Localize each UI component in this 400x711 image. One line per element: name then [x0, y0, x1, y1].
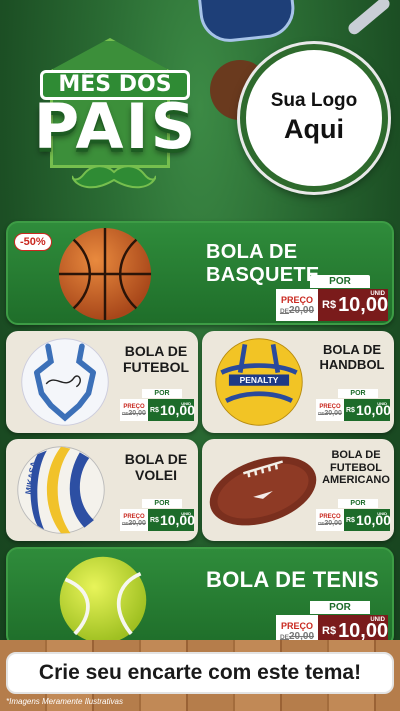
old-price-box: PREÇO DE20,00: [120, 509, 148, 531]
old-price: DE20,00: [279, 304, 315, 316]
por-label: POR: [142, 499, 182, 508]
new-price-box: R$ 10,00 UNID: [318, 289, 388, 321]
por-label: POR: [310, 601, 370, 614]
american-football-icon: [209, 456, 317, 526]
product-name: BOLA DE HANDBOL: [319, 342, 385, 372]
header: MÊS DOS PAIS Sua Logo Aqui: [0, 0, 400, 215]
new-price-box: R$ 10,00 UNID: [344, 509, 391, 531]
currency: R$: [322, 299, 337, 311]
por-label: POR: [338, 499, 378, 508]
mustache-icon: [72, 165, 156, 189]
product-card-basquete[interactable]: -50% BOLA DE BASQUETE POR PREÇO DE20,00 …: [6, 221, 394, 325]
price-tag: POR PREÇO DE20,00 R$ 10,00 UNID: [276, 275, 388, 321]
new-price-box: R$ 10,00 UNID: [344, 399, 391, 421]
product-card-volei[interactable]: MIKASA BOLA DE VOLEI POR PREÇO DE20,00 R…: [6, 439, 198, 541]
product-name: BOLA DE FUTEBOL AMERICANO: [322, 449, 390, 487]
tennis-ball-icon: [59, 556, 147, 644]
preco-label: PREÇO: [280, 294, 313, 305]
logo-placeholder[interactable]: Sua Logo Aqui: [240, 44, 388, 192]
flyer: MÊS DOS PAIS Sua Logo Aqui -50% BOLA DE …: [0, 0, 400, 711]
old-price-box: PREÇO DE20,00: [316, 399, 344, 421]
price-tag: POR PREÇO DE20,00 R$ 10,00 UNID: [120, 389, 195, 421]
product-name: BOLA DE VOLEI: [124, 451, 188, 484]
wrench-icon: [345, 0, 393, 37]
por-label: POR: [338, 389, 378, 398]
cta-banner[interactable]: Crie seu encarte com este tema!: [6, 652, 394, 694]
svg-text:PENALTY: PENALTY: [240, 375, 279, 385]
product-name: BOLA DE TENIS: [206, 567, 379, 592]
por-label: POR: [142, 389, 182, 398]
unit-label: UNID: [370, 291, 385, 297]
volleyball-icon: MIKASA: [17, 446, 105, 534]
discount-badge: -50%: [14, 233, 52, 251]
product-name: BOLA DE FUTEBOL: [122, 343, 190, 376]
old-price-box: PREÇO DE20,00: [316, 509, 344, 531]
price-tag: POR PREÇO DE20,00 R$ 10,00 UNID: [316, 389, 391, 421]
price-tag: POR PREÇO DE20,00 R$ 10,00 UNID: [316, 499, 391, 531]
new-price-box: R$ 10,00 UNID: [148, 509, 195, 531]
price-tag: POR PREÇO DE20,00 R$ 10,00 UNID: [120, 499, 195, 531]
por-label: POR: [310, 275, 370, 288]
old-price-box: PREÇO DE20,00: [276, 289, 318, 321]
soccer-ball-icon: [21, 338, 109, 426]
handball-icon: PENALTY: [215, 338, 303, 426]
logo-line1: Sua Logo: [270, 90, 358, 111]
disclaimer: *Imagens Meramente Ilustrativas: [6, 697, 123, 706]
tie-decoration: [197, 0, 298, 45]
product-card-futebol[interactable]: BOLA DE FUTEBOL POR PREÇO DE20,00 R$ 10,…: [6, 331, 198, 433]
new-price-box: R$ 10,00 UNID: [148, 399, 195, 421]
title-main: PAIS: [33, 90, 198, 163]
product-card-handbol[interactable]: PENALTY BOLA DE HANDBOL POR PREÇO DE20,0…: [202, 331, 394, 433]
product-card-tenis[interactable]: BOLA DE TENIS POR PREÇO DE20,00 R$ 10,00…: [6, 547, 394, 647]
basketball-icon: [58, 227, 152, 321]
logo-line2: Aqui: [284, 114, 344, 144]
old-price-box: PREÇO DE20,00: [120, 399, 148, 421]
product-card-futebol-americano[interactable]: BOLA DE FUTEBOL AMERICANO POR PREÇO DE20…: [202, 439, 394, 541]
